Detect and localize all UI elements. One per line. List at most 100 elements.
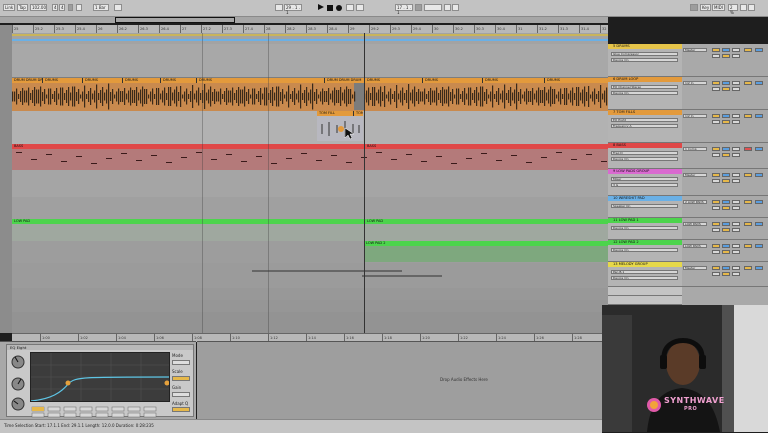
stop-icon[interactable] <box>327 4 333 11</box>
track-title[interactable]: 12 LOW PAD 2 <box>608 240 682 245</box>
arrangement-view[interactable]: DRUM DRUM DRUM DRUMS DRUMS DRUMS DRUMS D… <box>12 33 608 333</box>
monitor-off-button[interactable] <box>732 250 740 254</box>
routing-select[interactable]: 1/2 In <box>683 81 707 85</box>
key-map-button[interactable]: Key <box>700 4 711 11</box>
solo-button[interactable] <box>722 200 730 204</box>
volume-field[interactable] <box>744 114 752 118</box>
metronome-button[interactable] <box>68 4 73 11</box>
monitor-off-button[interactable] <box>732 206 740 210</box>
adapt-q-toggle[interactable] <box>172 407 190 412</box>
monitor-in-button[interactable] <box>712 87 720 91</box>
tempo-field[interactable]: 102.00 <box>30 4 47 11</box>
volume-field[interactable] <box>744 244 752 248</box>
track-activator-button[interactable] <box>712 173 720 177</box>
return-track-header[interactable] <box>608 287 682 296</box>
device-chooser[interactable]: EQ Channel Stereo <box>611 85 678 89</box>
scale-field[interactable] <box>172 376 190 381</box>
routing-select[interactable]: Master <box>683 173 707 177</box>
device-chooser[interactable]: Device On <box>611 226 678 230</box>
arm-button[interactable] <box>732 48 740 52</box>
routing-select[interactable]: 2 LOW PADS <box>683 200 707 204</box>
pan-field[interactable] <box>755 222 763 226</box>
arm-button[interactable] <box>732 114 740 118</box>
track-activator-button[interactable] <box>712 222 720 226</box>
track-title[interactable]: 10 WIRESHIT PAD <box>608 196 682 201</box>
monitor-auto-button[interactable] <box>722 272 730 276</box>
pan-field[interactable] <box>755 81 763 85</box>
track-title[interactable]: 6 DRUM LOOP <box>608 77 682 82</box>
pan-field[interactable] <box>755 147 763 151</box>
punch-out-button[interactable] <box>452 4 459 11</box>
record-icon[interactable] <box>336 4 342 11</box>
parameter-chooser[interactable]: Device On <box>611 276 678 280</box>
pan-field[interactable] <box>755 244 763 248</box>
draw-mode-button[interactable] <box>114 4 122 11</box>
monitor-off-button[interactable] <box>732 54 740 58</box>
monitor-auto-button[interactable] <box>722 120 730 124</box>
solo-button[interactable] <box>722 81 730 85</box>
monitor-in-button[interactable] <box>712 206 720 210</box>
tom-fill-content[interactable] <box>317 116 363 141</box>
device-chooser[interactable]: Device On <box>611 248 678 252</box>
solo-button[interactable] <box>722 222 730 226</box>
time-sig-denominator[interactable]: 4 <box>59 4 65 11</box>
parameter-chooser[interactable]: Device On <box>611 58 678 62</box>
volume-field[interactable] <box>744 81 752 85</box>
track-activator-button[interactable] <box>712 200 720 204</box>
track-title[interactable]: 13 MELODY GROUP <box>608 262 682 267</box>
volume-field[interactable] <box>744 200 752 204</box>
solo-button[interactable] <box>722 48 730 52</box>
time-sig-numerator[interactable]: 4 <box>52 4 58 11</box>
routing-select[interactable]: 1 Comp <box>683 147 707 151</box>
track-header[interactable]: 12 LOW PAD 2 Device On <box>608 240 682 262</box>
lane-low-pads-group[interactable] <box>12 170 608 198</box>
pan-field[interactable] <box>755 48 763 52</box>
parameter-chooser[interactable]: 3 G <box>611 183 678 187</box>
device-chooser[interactable]: Mixer <box>611 177 678 181</box>
monitor-off-button[interactable] <box>732 87 740 91</box>
gain-field[interactable] <box>172 392 190 397</box>
routing-select[interactable]: LOW PADS <box>683 222 707 226</box>
monitor-in-button[interactable] <box>712 153 720 157</box>
midi-map-button[interactable]: MIDI <box>712 4 725 11</box>
loop-toggle[interactable] <box>415 4 422 11</box>
pan-field[interactable] <box>755 173 763 177</box>
monitor-in-button[interactable] <box>712 54 720 58</box>
monitor-auto-button[interactable] <box>722 228 730 232</box>
play-icon[interactable] <box>318 4 324 10</box>
device-chooser[interactable]: Freq D <box>611 151 678 155</box>
monitor-auto-button[interactable] <box>722 206 730 210</box>
arm-button[interactable] <box>732 244 740 248</box>
routing-select[interactable]: Master <box>683 48 707 52</box>
device-chooser[interactable]: EQ Eight <box>611 118 678 122</box>
monitor-auto-button[interactable] <box>722 250 730 254</box>
follow-button[interactable] <box>76 4 82 11</box>
quantize-menu[interactable]: 1 Bar <box>93 4 109 11</box>
volume-field[interactable] <box>744 222 752 226</box>
monitor-off-button[interactable] <box>732 272 740 276</box>
overdub-button[interactable] <box>346 4 354 11</box>
pan-field[interactable] <box>755 114 763 118</box>
track-header[interactable]: 10 WIRESHIT PAD Speaker On <box>608 196 682 218</box>
arm-button[interactable] <box>732 81 740 85</box>
mode-selector[interactable] <box>172 360 190 365</box>
track-header[interactable]: 7 TOM FILLS EQ Eight Frequency A <box>608 110 682 143</box>
lane-drums[interactable] <box>12 44 608 78</box>
song-position[interactable]: 29 . 1 . 1 <box>284 4 302 15</box>
punch-in-button[interactable] <box>444 4 451 11</box>
monitor-auto-button[interactable] <box>722 54 730 58</box>
track-title[interactable]: 11 LOW PAD 1 <box>608 218 682 223</box>
track-title[interactable]: 9 LOW PADS GROUP <box>608 169 682 174</box>
solo-button[interactable] <box>722 173 730 177</box>
lane-master[interactable] <box>12 312 608 333</box>
lane-tom-fills[interactable] <box>12 111 608 145</box>
tap-button[interactable]: Tap <box>17 4 28 11</box>
track-activator-button[interactable] <box>712 266 720 270</box>
volume-field[interactable] <box>744 48 752 52</box>
solo-button[interactable] <box>722 114 730 118</box>
return-track-header[interactable] <box>608 296 682 305</box>
low-pad-2-content[interactable] <box>364 246 608 262</box>
drums-group-bar[interactable] <box>12 34 608 36</box>
clip-low-pad[interactable]: LOW PAD <box>364 219 608 224</box>
device-title[interactable]: EQ Eight <box>7 345 193 350</box>
